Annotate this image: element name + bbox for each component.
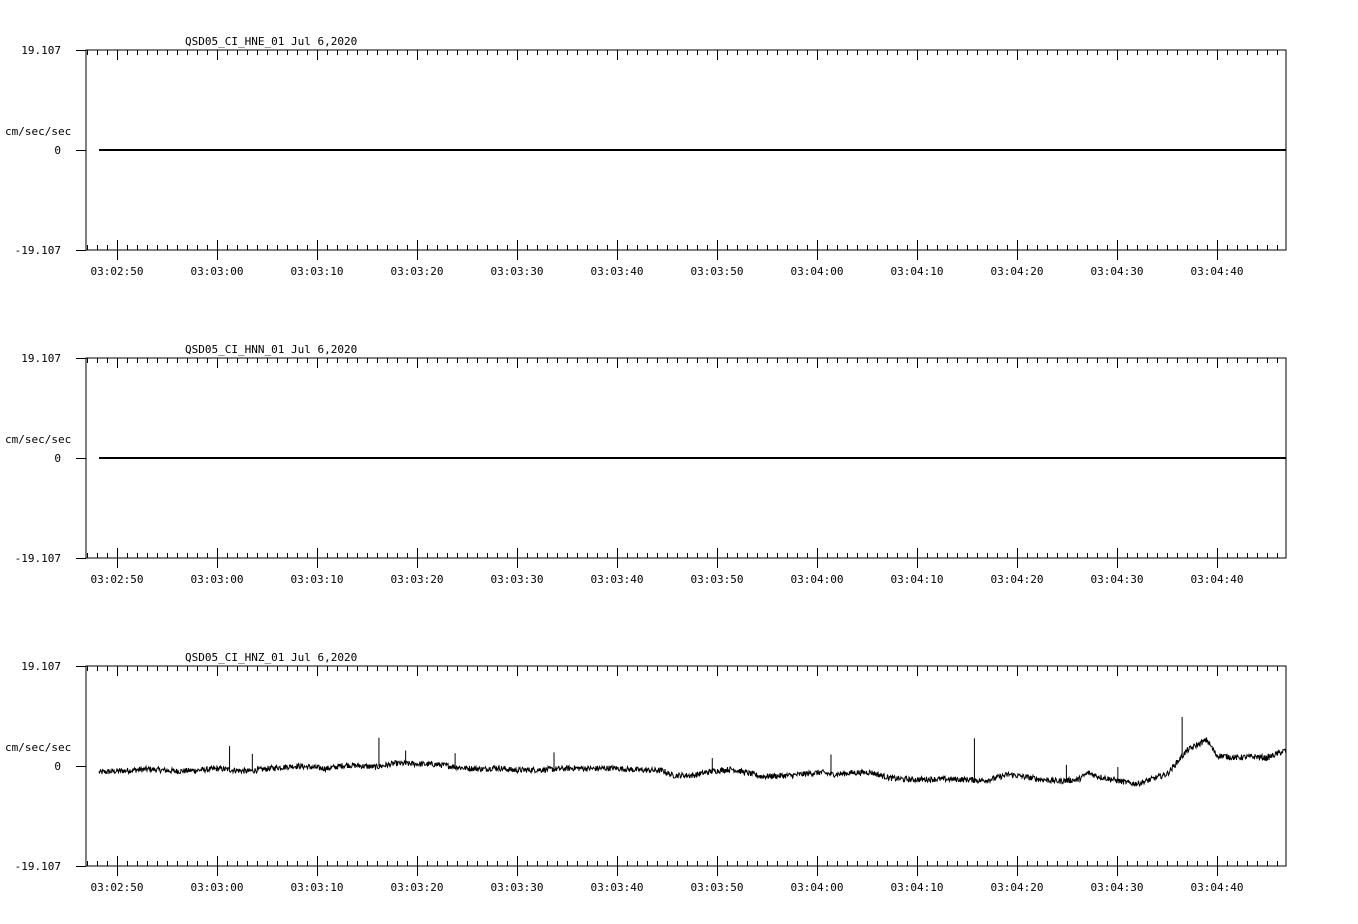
panel-title: QSD05_CI_HNZ_01 Jul 6,2020 [185, 651, 357, 664]
x-tick-label: 03:04:20 [991, 265, 1044, 278]
x-tick-label: 03:04:20 [991, 881, 1044, 894]
x-tick-label: 03:04:30 [1091, 265, 1144, 278]
panel-title: QSD05_CI_HNE_01 Jul 6,2020 [185, 35, 357, 48]
x-tick-label: 03:03:50 [691, 881, 744, 894]
minor-ticks-bottom [87, 553, 1278, 558]
y-axis-label: cm/sec/sec [5, 433, 71, 446]
y-tick-label: 0 [54, 452, 61, 465]
seismogram-figure: 03:02:50 03:03:00 03:03:10 03:03:20 03:03:30… [5, 35, 1287, 894]
x-tick-label: 03:03:10 [291, 881, 344, 894]
y-axis-label: cm/sec/sec [5, 125, 71, 138]
x-tick-label: 03:03:10 [291, 265, 344, 278]
y-tick-label: 0 [54, 760, 61, 773]
x-tick-label: 03:04:10 [891, 265, 944, 278]
x-tick-label: 03:04:20 [991, 573, 1044, 586]
minor-ticks-bottom [87, 245, 1278, 250]
x-tick-label: 03:03:40 [591, 881, 644, 894]
x-tick-label: 03:03:20 [391, 881, 444, 894]
x-tick-label: 03:03:30 [491, 265, 544, 278]
x-tick-label: 03:03:00 [191, 573, 244, 586]
y-tick-label: -19.107 [15, 860, 61, 873]
x-tick-label: 03:03:50 [691, 265, 744, 278]
x-tick-label: 03:03:20 [391, 265, 444, 278]
panel-hnz: 03:02:50 03:03:00 03:03:10 03:03:20 03:03:30… [5, 651, 1287, 894]
panel-hne: 03:02:50 03:03:00 03:03:10 03:03:20 03:03:30… [5, 35, 1287, 278]
x-tick-label: 03:03:10 [291, 573, 344, 586]
x-tick-label: 03:03:50 [691, 573, 744, 586]
y-tick-label: 19.107 [21, 44, 61, 57]
panel-hnn: 03:02:50 03:03:00 03:03:10 03:03:20 03:03:30… [5, 343, 1287, 586]
x-tick-label: 03:04:40 [1191, 881, 1244, 894]
x-tick-label: 03:03:00 [191, 881, 244, 894]
minor-ticks-bottom [87, 861, 1278, 866]
y-tick-label: 0 [54, 144, 61, 157]
x-tick-label: 03:03:20 [391, 573, 444, 586]
x-tick-label: 03:04:00 [791, 573, 844, 586]
x-tick-label: 03:03:00 [191, 265, 244, 278]
x-tick-label: 03:03:30 [491, 881, 544, 894]
x-tick-label: 03:03:40 [591, 265, 644, 278]
x-tick-label: 03:04:00 [791, 265, 844, 278]
x-tick-label: 03:04:30 [1091, 881, 1144, 894]
x-tick-label: 03:04:10 [891, 573, 944, 586]
x-tick-label: 03:02:50 [91, 265, 144, 278]
x-tick-label: 03:04:10 [891, 881, 944, 894]
y-axis-label: cm/sec/sec [5, 741, 71, 754]
x-tick-label: 03:03:30 [491, 573, 544, 586]
x-tick-label: 03:03:40 [591, 573, 644, 586]
x-tick-label: 03:04:40 [1191, 265, 1244, 278]
trace-line [98, 737, 1287, 787]
x-tick-label: 03:04:00 [791, 881, 844, 894]
y-tick-label: 19.107 [21, 660, 61, 673]
x-tick-label: 03:04:30 [1091, 573, 1144, 586]
plot-frame [85, 665, 1287, 867]
minor-ticks-top [87, 50, 1278, 55]
y-tick-label: -19.107 [15, 552, 61, 565]
minor-ticks-top [87, 358, 1278, 363]
x-tick-label: 03:02:50 [91, 573, 144, 586]
panel-title: QSD05_CI_HNN_01 Jul 6,2020 [185, 343, 357, 356]
x-tick-label: 03:02:50 [91, 881, 144, 894]
y-tick-label: 19.107 [21, 352, 61, 365]
x-tick-label: 03:04:40 [1191, 573, 1244, 586]
minor-ticks-top [87, 666, 1278, 671]
y-tick-label: -19.107 [15, 244, 61, 257]
